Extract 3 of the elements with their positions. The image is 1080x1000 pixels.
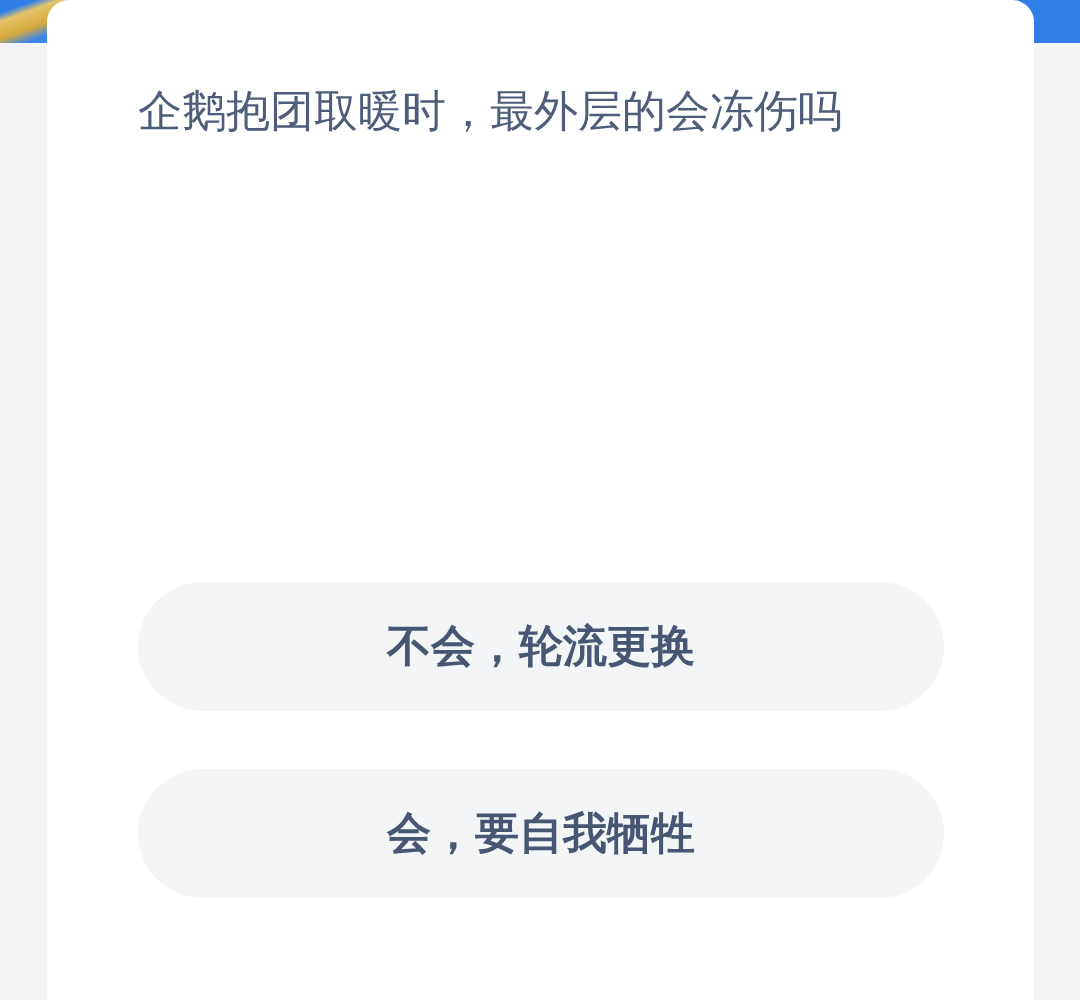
answer-option[interactable]: 会，要自我牺牲 — [138, 769, 944, 898]
answer-option[interactable]: 不会，轮流更换 — [138, 582, 944, 711]
question-text: 企鹅抱团取暖时，最外层的会冻伤吗 — [138, 84, 843, 138]
